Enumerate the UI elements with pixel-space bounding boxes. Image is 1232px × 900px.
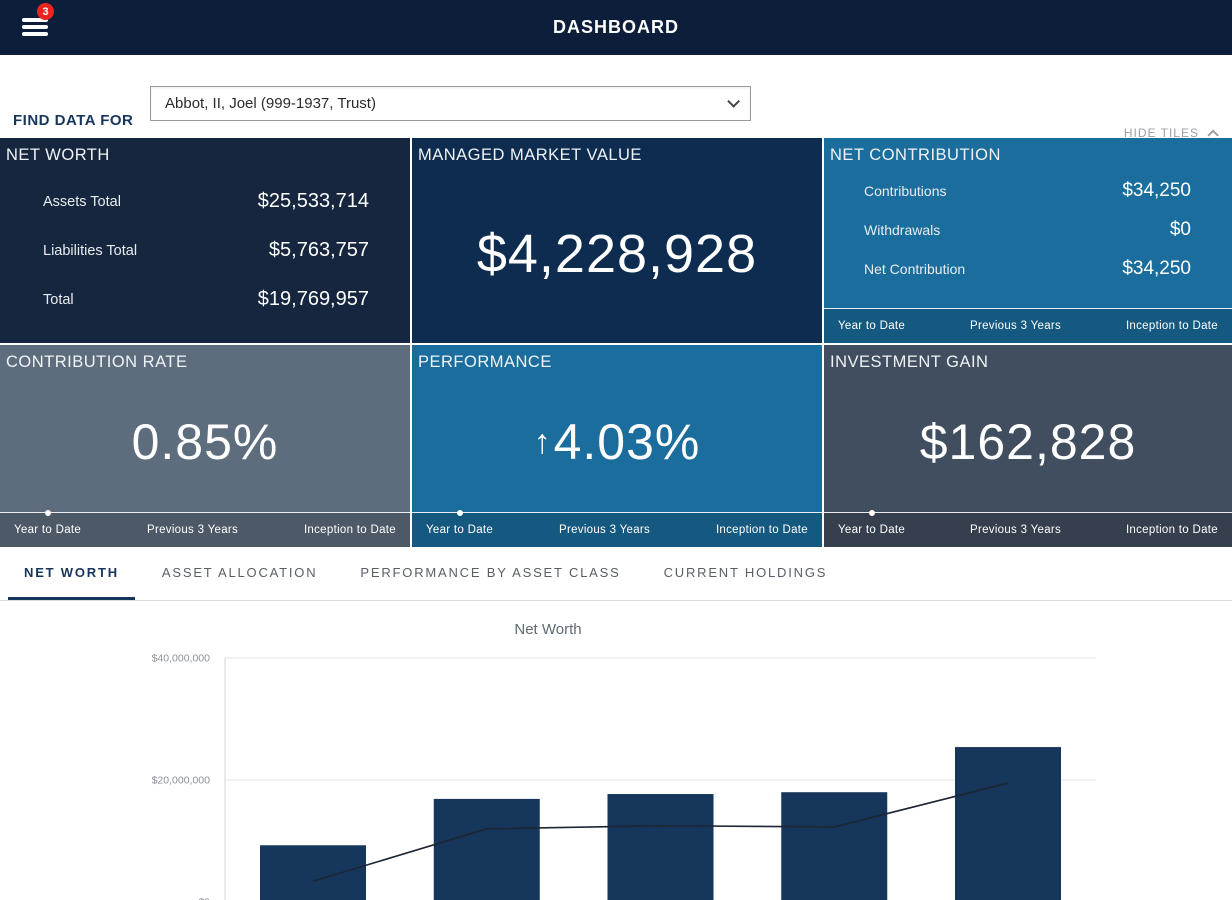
period-tab-year-to-date[interactable]: Year to Date xyxy=(426,513,493,547)
period-selector: Year to Date Previous 3 Years Inception … xyxy=(0,512,410,547)
tab-net-worth[interactable]: NET WORTH xyxy=(8,547,135,600)
tile-net-worth: NET WORTH Assets Total $25,533,714 Liabi… xyxy=(0,138,410,343)
section-tabs: NET WORTH ASSET ALLOCATION PERFORMANCE B… xyxy=(0,547,1232,601)
net-worth-assets-row: Assets Total $25,533,714 xyxy=(43,177,369,226)
svg-text:$20,000,000: $20,000,000 xyxy=(152,775,211,787)
tab-current-holdings[interactable]: CURRENT HOLDINGS xyxy=(648,547,844,600)
period-tab-previous-3-years[interactable]: Previous 3 Years xyxy=(559,513,650,547)
tile-title: INVESTMENT GAIN xyxy=(824,345,1232,372)
chevron-down-icon xyxy=(727,95,740,108)
tile-managed-market-value: MANAGED MARKET VALUE $4,228,928 xyxy=(412,138,822,343)
period-selector: Year to Date Previous 3 Years Inception … xyxy=(824,308,1232,343)
notification-badge: 3 xyxy=(37,3,54,20)
net-worth-chart-section: Net Worth $40,000,000$20,000,000$0 xyxy=(0,601,1232,900)
period-tab-year-to-date[interactable]: Year to Date xyxy=(14,513,81,547)
period-tab-year-to-date[interactable]: Year to Date xyxy=(838,309,905,343)
contributions-row: Contributions $34,250 xyxy=(864,171,1191,210)
account-select[interactable]: Abbot, II, Joel (999-1937, Trust) xyxy=(150,86,751,121)
row-value: $5,763,757 xyxy=(269,239,369,262)
managed-market-value: $4,228,928 xyxy=(477,223,757,285)
row-value: $34,250 xyxy=(1122,258,1191,280)
tab-asset-allocation[interactable]: ASSET ALLOCATION xyxy=(146,547,333,600)
tile-contribution-rate: CONTRIBUTION RATE 0.85% Year to Date Pre… xyxy=(0,345,410,547)
tile-title: MANAGED MARKET VALUE xyxy=(412,138,822,165)
find-data-bar: FIND DATA FOR Abbot, II, Joel (999-1937,… xyxy=(0,55,1232,138)
period-tab-year-to-date[interactable]: Year to Date xyxy=(838,513,905,547)
page-title: DASHBOARD xyxy=(0,0,1232,55)
net-worth-liabilities-row: Liabilities Total $5,763,757 xyxy=(43,226,369,275)
row-label: Net Contribution xyxy=(864,261,965,277)
find-data-label: FIND DATA FOR xyxy=(13,112,133,129)
period-tab-inception-to-date[interactable]: Inception to Date xyxy=(1126,309,1218,343)
arrow-up-icon: ↑ xyxy=(534,423,552,461)
row-label: Total xyxy=(43,292,74,308)
account-select-value: Abbot, II, Joel (999-1937, Trust) xyxy=(165,95,727,112)
tab-performance-by-asset-class[interactable]: PERFORMANCE BY ASSET CLASS xyxy=(344,547,636,600)
row-label: Withdrawals xyxy=(864,222,940,238)
tile-title: PERFORMANCE xyxy=(412,345,822,372)
row-label: Liabilities Total xyxy=(43,243,137,259)
tile-title: NET WORTH xyxy=(0,138,410,165)
net-worth-bar-chart: $40,000,000 $20,000,000 $0 xyxy=(0,601,1232,900)
tile-title: CONTRIBUTION RATE xyxy=(0,345,410,372)
svg-text:$0: $0 xyxy=(198,897,210,900)
row-value: $19,769,957 xyxy=(258,288,369,311)
svg-text:$40,000,000: $40,000,000 xyxy=(152,653,211,665)
top-app-bar: 3 DASHBOARD xyxy=(0,0,1232,55)
row-value: $25,533,714 xyxy=(258,190,369,213)
net-contribution-row: Net Contribution $34,250 xyxy=(864,249,1191,288)
investment-gain-value: $162,828 xyxy=(920,413,1137,471)
tile-net-contribution: NET CONTRIBUTION Contributions $34,250 W… xyxy=(824,138,1232,343)
period-tab-previous-3-years[interactable]: Previous 3 Years xyxy=(970,513,1061,547)
period-tab-previous-3-years[interactable]: Previous 3 Years xyxy=(147,513,238,547)
dashboard-tiles: NET WORTH Assets Total $25,533,714 Liabi… xyxy=(0,138,1232,547)
contribution-rate-value: 0.85% xyxy=(132,413,279,471)
period-tab-inception-to-date[interactable]: Inception to Date xyxy=(304,513,396,547)
row-label: Contributions xyxy=(864,183,947,199)
period-selector: Year to Date Previous 3 Years Inception … xyxy=(824,512,1232,547)
performance-value: ↑4.03% xyxy=(534,413,701,471)
row-label: Assets Total xyxy=(43,194,121,210)
tile-investment-gain: INVESTMENT GAIN $162,828 Year to Date Pr… xyxy=(824,345,1232,547)
period-selector: Year to Date Previous 3 Years Inception … xyxy=(412,512,822,547)
tile-performance: PERFORMANCE ↑4.03% Year to Date Previous… xyxy=(412,345,822,547)
withdrawals-row: Withdrawals $0 xyxy=(864,210,1191,249)
period-tab-inception-to-date[interactable]: Inception to Date xyxy=(716,513,808,547)
row-value: $0 xyxy=(1170,219,1191,241)
net-worth-total-row: Total $19,769,957 xyxy=(43,275,369,324)
row-value: $34,250 xyxy=(1122,180,1191,202)
period-tab-previous-3-years[interactable]: Previous 3 Years xyxy=(970,309,1061,343)
tile-title: NET CONTRIBUTION xyxy=(824,138,1232,165)
period-tab-inception-to-date[interactable]: Inception to Date xyxy=(1126,513,1218,547)
